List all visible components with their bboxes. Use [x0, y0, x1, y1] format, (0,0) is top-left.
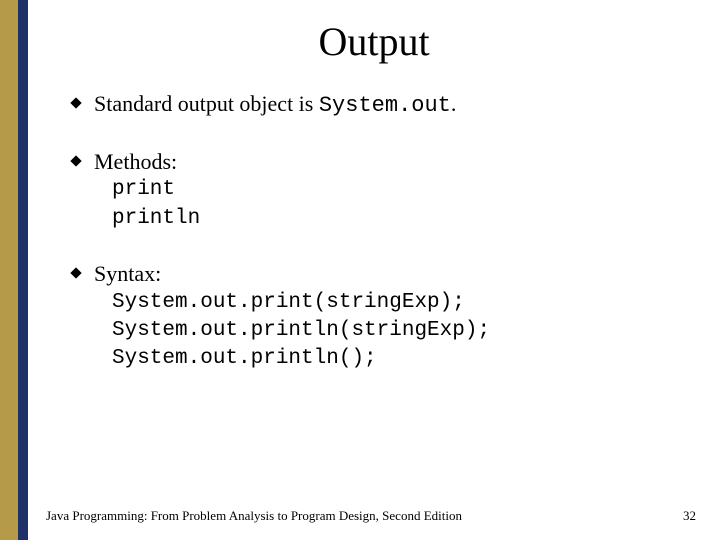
bullet-text-suffix: .	[451, 91, 457, 116]
code-line: print	[94, 176, 680, 204]
bullet-item: Standard output object is System.out.	[68, 89, 680, 121]
code-line: System.out.println(stringExp);	[94, 317, 680, 345]
code-line: println	[94, 205, 680, 233]
slide-body: Output Standard output object is System.…	[28, 0, 720, 540]
side-stripe	[0, 0, 28, 540]
footer-text: Java Programming: From Problem Analysis …	[46, 508, 462, 524]
stripe-gold	[0, 0, 18, 540]
inline-code: System.out	[319, 93, 451, 118]
bullet-text: Methods:	[94, 149, 177, 174]
code-line: System.out.println();	[94, 345, 680, 373]
bullet-item: Syntax: System.out.print(stringExp); Sys…	[68, 259, 680, 374]
stripe-navy	[18, 0, 28, 540]
bullet-item: Methods: print println	[68, 147, 680, 233]
slide-title: Output	[68, 18, 680, 65]
code-line: System.out.print(stringExp);	[94, 289, 680, 317]
bullet-text: Standard output object is	[94, 91, 319, 116]
bullet-text: Syntax:	[94, 261, 161, 286]
page-number: 32	[683, 508, 696, 524]
bullet-list: Standard output object is System.out. Me…	[68, 89, 680, 374]
